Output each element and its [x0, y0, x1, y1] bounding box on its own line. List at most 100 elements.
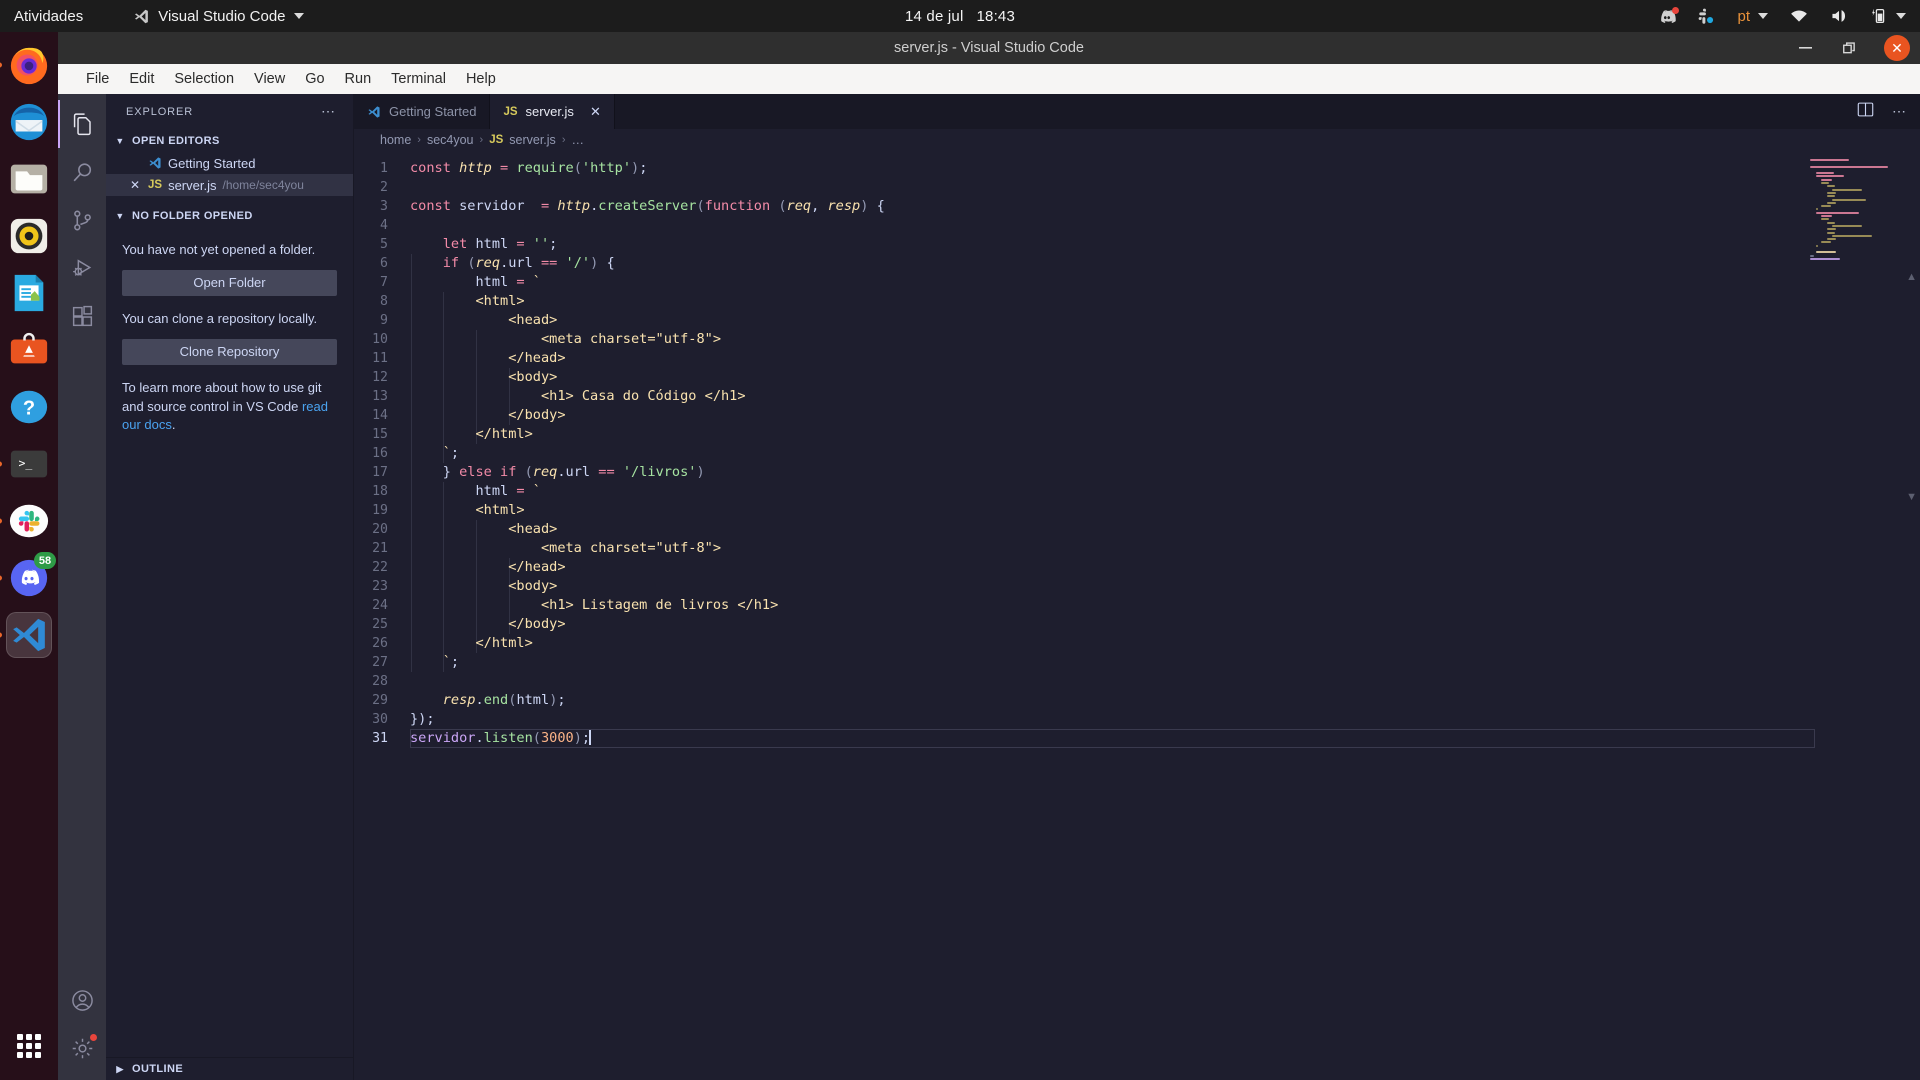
svg-text:?: ? [23, 398, 35, 420]
open-editor-getting-started[interactable]: Getting Started [106, 152, 353, 174]
dock-item-slack[interactable] [6, 498, 52, 544]
code-editor[interactable]: 1 const http = require('http'); 2 3 const se… [354, 151, 1920, 1080]
dock-item-libreoffice-writer[interactable] [6, 270, 52, 316]
code-line: 26 </html> [354, 634, 1920, 653]
minimize-button[interactable] [1796, 39, 1814, 57]
dock-item-firefox[interactable] [6, 42, 52, 88]
system-tray: pt [1658, 7, 1906, 25]
activity-item-run-and-debug[interactable] [58, 244, 106, 292]
split-editor-icon[interactable] [1857, 101, 1874, 123]
editor-more-actions-icon[interactable]: ⋯ [1892, 103, 1908, 120]
dock-item-terminal[interactable]: >_ [6, 441, 52, 487]
code-line: 28 [354, 672, 1920, 691]
line-number: 1 [380, 161, 388, 176]
activity-item-accounts[interactable] [58, 976, 106, 1024]
code-text: <head> [410, 521, 558, 537]
code-line: 11 </head> [354, 349, 1920, 368]
clone-repository-button[interactable]: Clone Repository [122, 338, 337, 365]
slack-icon [9, 504, 49, 538]
app-menu-button[interactable]: Visual Studio Code [133, 8, 304, 25]
code-text: `; [410, 654, 460, 670]
activity-item-explorer[interactable] [58, 100, 106, 148]
sidebar-more-actions-icon[interactable]: ⋯ [321, 103, 337, 120]
dock-item-visual-studio-code[interactable] [6, 612, 52, 658]
section-open-editors-label: OPEN EDITORS [132, 134, 220, 147]
code-text: <body> [410, 369, 558, 385]
vscode-title-bar: server.js - Visual Studio Code ✕ [58, 32, 1920, 64]
battery-charging-icon[interactable] [1870, 8, 1906, 24]
menu-run[interactable]: Run [335, 68, 382, 90]
open-folder-button[interactable]: Open Folder [122, 269, 337, 296]
slack-tray-icon[interactable] [1698, 8, 1715, 25]
minimap-line [1821, 218, 1830, 221]
code-line: 16 `; [354, 444, 1920, 463]
section-outline[interactable]: ▶ OUTLINE [106, 1057, 353, 1080]
discord-tray-icon[interactable] [1658, 7, 1680, 23]
breadcrumb-home[interactable]: home [380, 133, 411, 147]
dock-item-rhythmbox[interactable] [6, 213, 52, 259]
workbench: EXPLORER ⋯ ▼ OPEN EDITORS Getting Starte… [58, 94, 1920, 1080]
code-text: }); [410, 711, 435, 727]
section-open-editors[interactable]: ▼ OPEN EDITORS [106, 129, 353, 152]
line-number: 9 [380, 313, 388, 328]
keyboard-layout-indicator[interactable]: pt [1737, 8, 1768, 25]
menu-terminal[interactable]: Terminal [381, 68, 456, 90]
show-applications-button[interactable] [9, 1026, 49, 1066]
dock-item-files[interactable] [6, 156, 52, 202]
menu-go[interactable]: Go [295, 68, 334, 90]
open-editor-server-js[interactable]: ✕ JS server.js /home/sec4you [106, 174, 353, 196]
section-no-folder-opened[interactable]: ▼ NO FOLDER OPENED [106, 204, 353, 227]
activity-item-manage[interactable] [58, 1024, 106, 1072]
breadcrumb-file[interactable]: server.js [509, 133, 556, 147]
breadcrumb-sec4you[interactable]: sec4you [427, 133, 474, 147]
menu-edit[interactable]: Edit [119, 68, 164, 90]
code-text: </html> [410, 426, 533, 442]
ubuntu-dock: ? >_ 58 [0, 32, 58, 1080]
minimap-line [1826, 228, 1837, 231]
js-icon: JS [503, 105, 518, 118]
menu-view[interactable]: View [244, 68, 295, 90]
line-number: 4 [380, 218, 388, 233]
line-number: 30 [372, 712, 388, 727]
minimap-line [1821, 178, 1832, 181]
activity-item-search[interactable] [58, 148, 106, 196]
clock[interactable]: 14 de jul 18:43 [905, 8, 1015, 25]
menu-help[interactable]: Help [456, 68, 506, 90]
close-button[interactable]: ✕ [1884, 35, 1910, 61]
dock-item-discord[interactable]: 58 [6, 552, 56, 601]
code-text: <head> [410, 312, 558, 328]
dock-item-ubuntu-software[interactable] [6, 327, 52, 373]
menu-selection[interactable]: Selection [164, 68, 244, 90]
line-number: 31 [372, 731, 388, 746]
vscode-window: server.js - Visual Studio Code ✕ File Ed… [58, 32, 1920, 1080]
section-outline-label: OUTLINE [132, 1063, 184, 1075]
close-icon[interactable]: ✕ [128, 178, 142, 192]
line-number: 18 [372, 484, 388, 499]
chevron-right-icon: ▶ [116, 1063, 124, 1074]
thunderbird-icon [10, 103, 48, 141]
activity-item-source-control[interactable] [58, 196, 106, 244]
menu-file[interactable]: File [76, 68, 119, 90]
tab-getting-started[interactable]: Getting Started [354, 94, 491, 129]
code-line: 10 <meta charset="utf-8"> [354, 330, 1920, 349]
text-cursor [589, 730, 591, 745]
extensions-icon [72, 305, 92, 326]
tab-server-js[interactable]: JS server.js ✕ [490, 94, 615, 129]
chevron-down-icon: ▼ [115, 135, 125, 146]
dock-item-help[interactable]: ? [6, 384, 52, 430]
volume-icon[interactable] [1830, 8, 1848, 24]
minimap-line [1826, 221, 1835, 224]
wifi-icon[interactable] [1790, 9, 1808, 23]
code-text: <meta charset="utf-8"> [410, 540, 721, 556]
line-number: 16 [372, 446, 388, 461]
window-title: server.js - Visual Studio Code [894, 40, 1084, 56]
minimap-line [1826, 231, 1835, 234]
activities-button[interactable]: Atividades [14, 8, 83, 25]
breadcrumb-symbols[interactable]: … [571, 133, 584, 147]
activity-item-extensions[interactable] [58, 292, 106, 340]
tab-close-button[interactable]: ✕ [590, 104, 601, 120]
files-icon [73, 112, 91, 135]
dock-item-thunderbird[interactable] [6, 99, 52, 145]
run-debug-icon [72, 258, 91, 276]
maximize-button[interactable] [1840, 39, 1858, 57]
